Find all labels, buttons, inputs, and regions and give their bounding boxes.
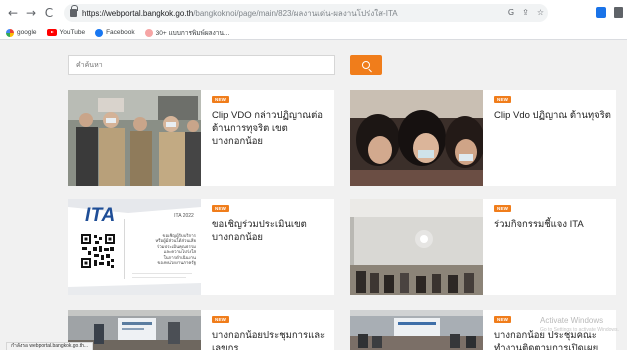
url-path: /bangkoknoi/page/main/823/ผลงานเด่น-ผลงา… xyxy=(193,8,398,18)
qr-code-icon xyxy=(80,233,116,269)
meeting-hall-photo xyxy=(350,310,483,350)
ita-year: ITA 2022 xyxy=(174,213,194,219)
news-card[interactable]: NEW บางกอกน้อยประชุมการและเลขกร xyxy=(68,310,334,350)
card-title[interactable]: บางกอกน้อยประชุมการและเลขกร xyxy=(212,329,330,350)
bookmark-site[interactable]: 30+ แบบการพิมพ์ผลงาน... xyxy=(144,28,230,38)
site-icon xyxy=(144,28,153,37)
meeting-audience-photo xyxy=(350,90,483,186)
url-text[interactable]: https://webportal.bangkok.go.th/bangkokn… xyxy=(82,7,398,20)
extension-icon[interactable] xyxy=(596,7,606,18)
new-badge: NEW xyxy=(212,316,230,323)
watermark-subtitle: Go to Settings to activate Windows. xyxy=(540,327,619,333)
bookmark-label: Facebook xyxy=(106,29,135,36)
url-host: https://webportal.bangkok.go.th xyxy=(82,8,194,18)
extension-icons xyxy=(596,7,623,18)
reload-icon[interactable]: C xyxy=(42,6,56,20)
card-thumbnail[interactable]: ITA ITA 2022 ขอเชิญผู้รับบริการ หรือผู้ม… xyxy=(68,199,201,295)
bookmark-label: 30+ แบบการพิมพ์ผลงาน... xyxy=(155,29,230,37)
card-title[interactable]: Clip VDO กล่าวปฏิญาณต่อต้านการทุจริต เขต… xyxy=(212,109,330,148)
meeting-room-photo xyxy=(350,199,483,295)
bookmark-facebook[interactable]: Facebook xyxy=(95,28,135,37)
puzzle-icon[interactable] xyxy=(614,7,623,18)
card-thumbnail[interactable] xyxy=(350,90,483,186)
watermark-title: Activate Windows xyxy=(540,316,604,325)
forward-arrow-icon[interactable]: → xyxy=(24,6,38,20)
search-input[interactable] xyxy=(68,55,335,75)
news-card[interactable]: ITA ITA 2022 ขอเชิญผู้รับบริการ หรือผู้ม… xyxy=(68,199,334,295)
status-bar: กำลังรอ webportal.bangkok.go.th... xyxy=(6,342,94,350)
browser-toolbar: ← → C https://webportal.bangkok.go.th/ba… xyxy=(0,0,627,26)
officials-pledge-photo xyxy=(68,90,201,186)
back-arrow-icon[interactable]: ← xyxy=(6,6,20,20)
new-badge: NEW xyxy=(494,205,512,212)
windows-watermark: Activate Windows Go to Settings to activ… xyxy=(540,316,619,333)
card-thumbnail[interactable] xyxy=(350,199,483,295)
bookmark-label: YouTube xyxy=(59,29,86,36)
card-title[interactable]: ร่วมกิจกรรมชี้แจง ITA xyxy=(494,218,612,231)
bookmark-star-icon[interactable]: ☆ xyxy=(537,8,544,17)
card-thumbnail[interactable] xyxy=(350,310,483,350)
bookmark-google[interactable]: google xyxy=(6,28,37,37)
address-bar[interactable]: https://webportal.bangkok.go.th/bangkokn… xyxy=(64,4,548,22)
ita-line: ของหน่วยงานภาครัฐ xyxy=(157,260,196,266)
bookmarks-bar: google YouTube Facebook 30+ แบบการพิมพ์ผ… xyxy=(0,26,627,40)
ita-invite-text: ขอเชิญผู้รับบริการ หรือผู้มีส่วนได้ส่วนเ… xyxy=(128,233,196,265)
facebook-icon xyxy=(95,28,104,37)
google-icon xyxy=(6,28,14,37)
search-button[interactable] xyxy=(350,55,382,75)
news-card[interactable]: NEW Clip VDO กล่าวปฏิญาณต่อต้านการทุจริต… xyxy=(68,90,334,186)
youtube-icon xyxy=(46,29,57,36)
new-badge: NEW xyxy=(212,96,230,103)
card-title[interactable]: ขอเชิญร่วมประเมินเขตบางกอกน้อย xyxy=(212,218,330,244)
bookmark-youtube[interactable]: YouTube xyxy=(46,29,86,36)
card-thumbnail[interactable] xyxy=(68,90,201,186)
share-icon[interactable]: ⇪ xyxy=(522,8,529,17)
lock-icon xyxy=(70,5,78,17)
new-badge: NEW xyxy=(494,316,512,323)
news-card[interactable]: NEW ร่วมกิจกรรมชี้แจง ITA xyxy=(350,199,616,295)
address-bar-actions: G ⇪ ☆ xyxy=(508,8,544,17)
google-lens-icon[interactable]: G xyxy=(508,8,514,17)
new-badge: NEW xyxy=(212,205,230,212)
news-card[interactable]: NEW Clip Vdo ปฏิญาณ ต้านทุจริต xyxy=(350,90,616,186)
ita-logo: ITA xyxy=(85,205,116,226)
new-badge: NEW xyxy=(494,96,512,103)
search-icon xyxy=(362,61,370,69)
bookmark-label: google xyxy=(17,29,37,36)
card-title[interactable]: Clip Vdo ปฏิญาณ ต้านทุจริต xyxy=(494,109,612,122)
